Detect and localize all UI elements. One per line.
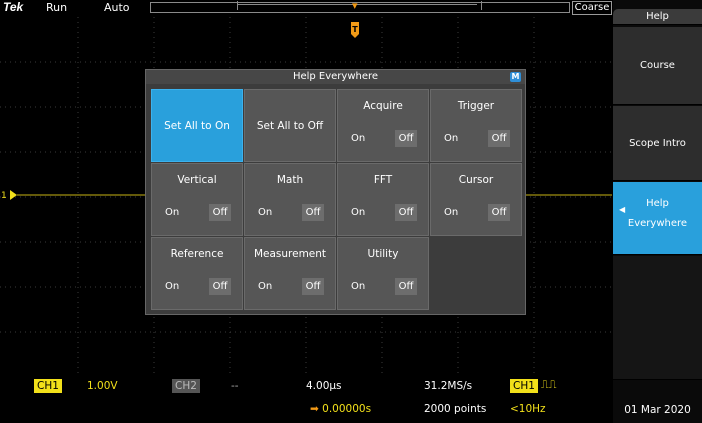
help-everywhere-button[interactable]: ◀ Help Everywhere: [613, 182, 702, 255]
trigger-position-marker-icon: ▾: [352, 0, 358, 12]
tile-cursor[interactable]: Cursor On Off: [430, 163, 522, 236]
coarse-button[interactable]: Coarse: [572, 1, 612, 15]
tile-utility[interactable]: Utility On Off: [337, 237, 429, 310]
reference-on-option[interactable]: On: [165, 281, 179, 292]
tek-logo: Tek: [3, 0, 24, 14]
delay-arrow-icon: ➡: [310, 403, 319, 415]
acquire-off-option[interactable]: Off: [395, 130, 417, 147]
scope-intro-button[interactable]: Scope Intro: [613, 106, 702, 181]
status-bar-bottom: CH1 1.00V CH2 -- 4.00µs 31.2MS/s CH1 ⎍⎍ …: [0, 376, 612, 423]
tile-trigger[interactable]: Trigger On Off: [430, 89, 522, 162]
tile-math[interactable]: Math On Off: [244, 163, 336, 236]
tile-reference[interactable]: Reference On Off: [151, 237, 243, 310]
fft-off-option[interactable]: Off: [395, 204, 417, 221]
edge-trigger-icon: ⎍⎍: [541, 378, 557, 391]
cursor-on-option[interactable]: On: [444, 207, 458, 218]
ch1-ground-marker-icon[interactable]: [10, 190, 17, 200]
ch1-badge[interactable]: CH1: [34, 379, 62, 393]
reference-off-option[interactable]: Off: [209, 278, 231, 295]
cursor-off-option[interactable]: Off: [488, 204, 510, 221]
tile-measurement[interactable]: Measurement On Off: [244, 237, 336, 310]
delay-readout[interactable]: ➡ 0.00000s: [310, 403, 371, 415]
fft-on-option[interactable]: On: [351, 207, 365, 218]
utility-on-option[interactable]: On: [351, 281, 365, 292]
utility-off-option[interactable]: Off: [395, 278, 417, 295]
measurement-off-option[interactable]: Off: [302, 278, 324, 295]
trigger-on-option[interactable]: On: [444, 133, 458, 144]
tile-vertical[interactable]: Vertical On Off: [151, 163, 243, 236]
ch1-scale[interactable]: 1.00V: [87, 380, 118, 392]
vertical-off-option[interactable]: Off: [209, 204, 231, 221]
math-off-option[interactable]: Off: [302, 204, 324, 221]
trigger-source-badge[interactable]: CH1: [510, 379, 538, 393]
acquire-on-option[interactable]: On: [351, 133, 365, 144]
trigger-mode[interactable]: Auto: [104, 1, 130, 14]
selected-arrow-icon: ◀: [619, 205, 626, 214]
record-length-readout: 2000 points: [424, 403, 487, 415]
help-everywhere-dialog: Help Everywhere M Set All to On Set All …: [145, 69, 526, 315]
side-menu-title: Help: [613, 9, 702, 25]
ch1-marker-label: 1: [1, 191, 7, 201]
acquisition-state[interactable]: Run: [46, 1, 67, 14]
side-menu-empty-slot: [613, 256, 702, 380]
side-menu: Help Course Scope Intro ◀ Help Everywher…: [613, 0, 702, 423]
timebase-readout[interactable]: 4.00µs: [306, 380, 342, 392]
course-button[interactable]: Course: [613, 27, 702, 105]
ch2-scale: --: [231, 380, 239, 392]
record-view-bar[interactable]: ▾: [150, 0, 570, 13]
dialog-title: Help Everywhere: [146, 70, 525, 84]
vertical-on-option[interactable]: On: [165, 207, 179, 218]
trigger-t-marker-icon[interactable]: T: [350, 22, 360, 39]
tile-fft[interactable]: FFT On Off: [337, 163, 429, 236]
menu-badge-icon[interactable]: M: [510, 72, 521, 82]
trigger-off-option[interactable]: Off: [488, 130, 510, 147]
math-on-option[interactable]: On: [258, 207, 272, 218]
set-all-on-button[interactable]: Set All to On: [151, 89, 243, 162]
status-bar-top: Tek Run Auto ▾ Coarse: [0, 0, 612, 16]
measurement-on-option[interactable]: On: [258, 281, 272, 292]
sample-rate-readout: 31.2MS/s: [424, 380, 473, 392]
set-all-off-button[interactable]: Set All to Off: [244, 89, 336, 162]
svg-text:T: T: [352, 25, 358, 34]
trigger-frequency-readout: <10Hz: [510, 403, 546, 415]
date-display: 01 Mar 2020: [624, 404, 691, 416]
ch2-badge[interactable]: CH2: [172, 379, 200, 393]
tile-acquire[interactable]: Acquire On Off: [337, 89, 429, 162]
